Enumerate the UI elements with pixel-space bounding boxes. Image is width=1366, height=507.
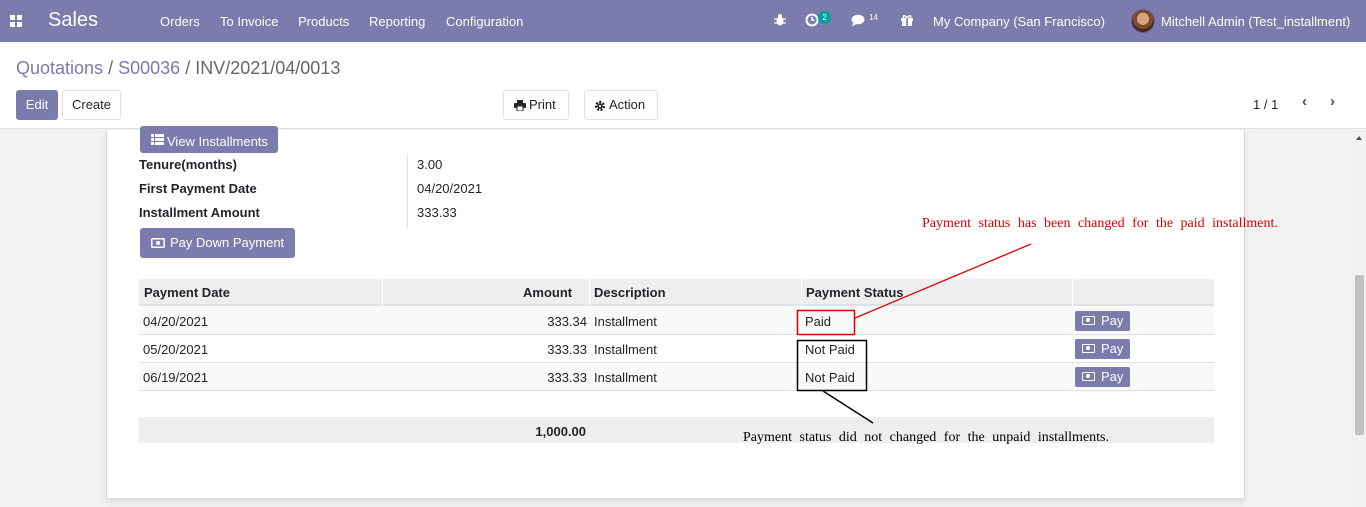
paid-highlight-box xyxy=(796,309,856,336)
unpaid-annotation-text: Payment status did not changed for the u… xyxy=(743,430,1109,445)
unpaid-callout-line xyxy=(822,390,874,424)
paid-callout-line xyxy=(854,243,1032,319)
annotation-overlay xyxy=(796,243,1032,424)
unpaid-highlight-box xyxy=(796,339,868,392)
paid-annotation-text: Payment status has been changed for the … xyxy=(922,216,1278,231)
